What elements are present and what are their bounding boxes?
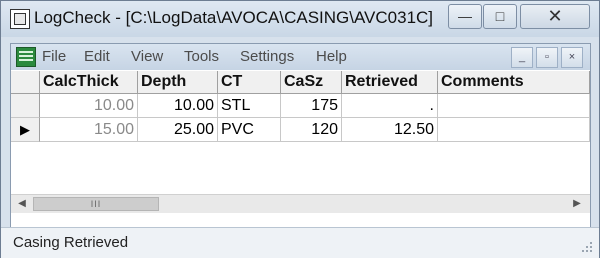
close-button[interactable]: ✕ [520, 4, 590, 29]
column-header-comments[interactable]: Comments [438, 71, 590, 94]
menu-view[interactable]: View [131, 48, 163, 65]
cell-depth[interactable]: 10.00 [138, 94, 218, 118]
cell-ct[interactable]: PVC [218, 118, 281, 142]
document-icon[interactable] [16, 47, 36, 67]
menu-bar: File Edit View Tools Settings Help _ ▫ × [11, 44, 590, 70]
app-window-icon[interactable] [10, 9, 30, 29]
column-header-ct[interactable]: CT [218, 71, 281, 94]
row-indicator[interactable] [11, 94, 40, 118]
row-header-corner[interactable] [11, 71, 40, 94]
maximize-button[interactable]: □ [483, 4, 517, 29]
window-title: LogCheck - [C:\LogData\AVOCA\CASING\AVC0… [34, 8, 434, 27]
title-bar[interactable]: LogCheck - [C:\LogData\AVOCA\CASING\AVC0… [1, 1, 599, 37]
current-row-indicator[interactable]: ▶ [11, 118, 40, 142]
minimize-button[interactable]: — [448, 4, 482, 29]
cell-ct[interactable]: STL [218, 94, 281, 118]
cell-casz[interactable]: 120 [281, 118, 342, 142]
cell-calcthick[interactable]: 15.00 [40, 118, 138, 142]
app-window: LogCheck - [C:\LogData\AVOCA\CASING\AVC0… [0, 0, 600, 258]
scroll-right-icon[interactable]: ▶ [569, 197, 585, 211]
column-header-casz[interactable]: CaSz [281, 71, 342, 94]
status-text: Casing Retrieved [13, 234, 129, 251]
mdi-restore-button[interactable]: ▫ [536, 47, 558, 68]
cell-comments[interactable] [438, 118, 590, 142]
mdi-minimize-button[interactable]: _ [511, 47, 533, 68]
menu-settings[interactable]: Settings [240, 48, 294, 65]
cell-calcthick[interactable]: 10.00 [40, 94, 138, 118]
cell-retrieved[interactable]: 12.50 [342, 118, 438, 142]
scrollbar-thumb[interactable]: III [33, 197, 159, 211]
cell-comments[interactable] [438, 94, 590, 118]
menu-tools[interactable]: Tools [184, 48, 219, 65]
cell-depth[interactable]: 25.00 [138, 118, 218, 142]
scroll-left-icon[interactable]: ◀ [14, 197, 30, 211]
column-header-calcthick[interactable]: CalcThick [40, 71, 138, 94]
menu-help[interactable]: Help [316, 48, 347, 65]
menu-file[interactable]: File [42, 48, 66, 65]
menu-edit[interactable]: Edit [84, 48, 110, 65]
mdi-close-button[interactable]: × [561, 47, 583, 68]
resize-grip-icon[interactable] [581, 241, 593, 253]
status-bar: Casing Retrieved [1, 227, 599, 258]
cell-retrieved[interactable]: . [342, 94, 438, 118]
horizontal-scrollbar[interactable]: ◀ III ▶ [11, 194, 590, 213]
column-header-retrieved[interactable]: Retrieved [342, 71, 438, 94]
column-header-depth[interactable]: Depth [138, 71, 218, 94]
mdi-child-window: File Edit View Tools Settings Help _ ▫ ×… [10, 43, 591, 228]
cell-casz[interactable]: 175 [281, 94, 342, 118]
